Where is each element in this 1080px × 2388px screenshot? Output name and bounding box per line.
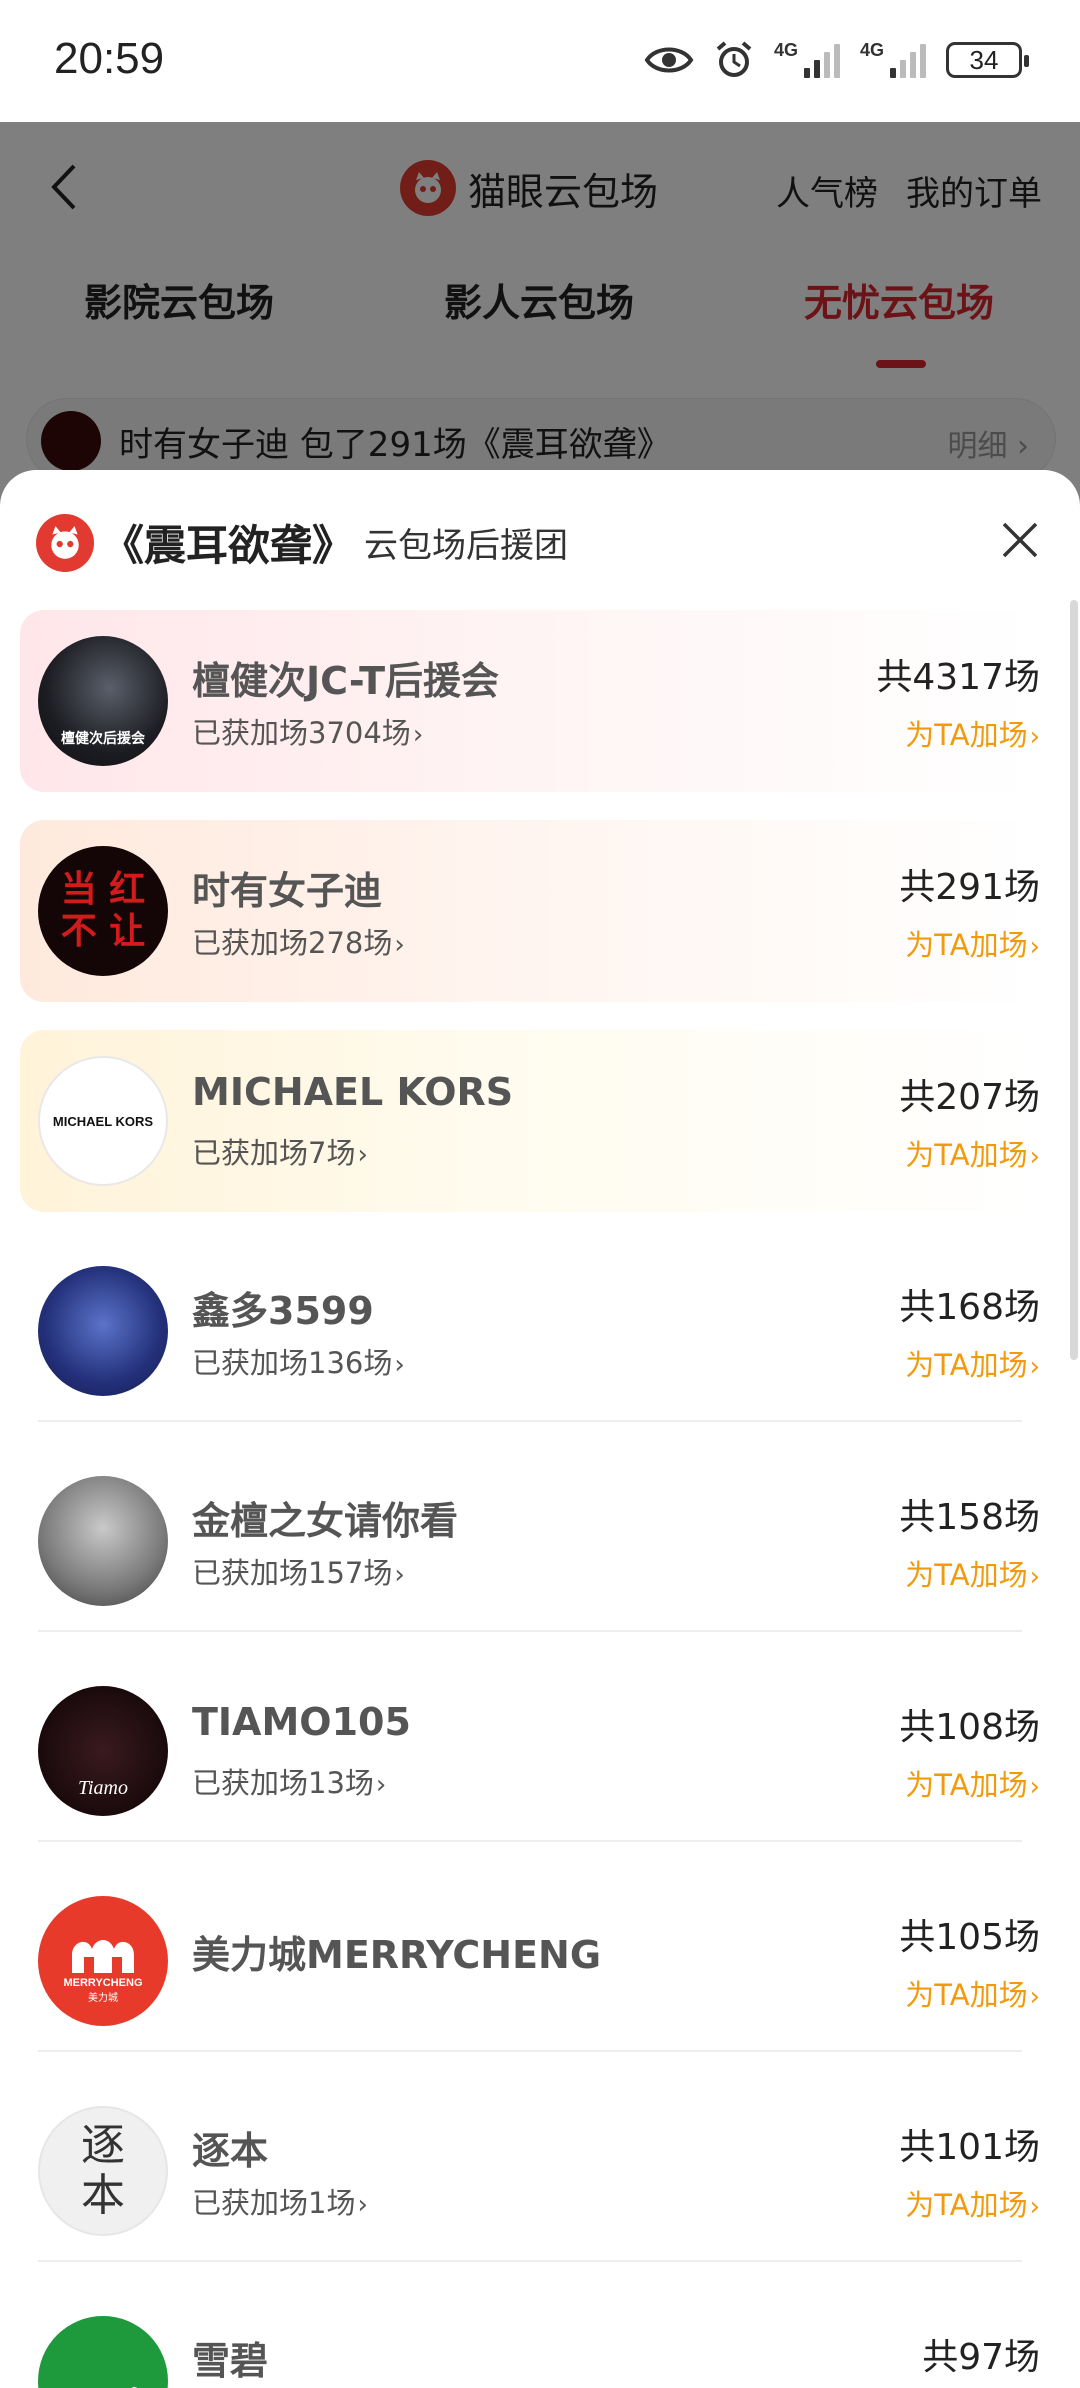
maoyan-logo-icon [36, 513, 94, 572]
boost-button[interactable]: 为TA加场› [905, 1342, 1040, 1384]
divider [38, 1630, 1022, 1632]
chevron-right-icon: › [1029, 2192, 1040, 2222]
list-item[interactable]: MICHAEL KORS MICHAEL KORS 已获加场7场› 共207场 … [20, 1030, 1040, 1212]
list-item[interactable]: MERRYCHENG 美力城 美力城MERRYCHENG 共105场 为TA加场… [20, 1870, 1040, 2052]
boosted-count-link[interactable]: 已获加场136场› [192, 1340, 405, 1382]
avatar: MICHAEL KORS [38, 1056, 168, 1186]
divider [38, 1840, 1022, 1842]
chevron-right-icon: › [1029, 722, 1040, 752]
avatar: 逐本 [38, 2106, 168, 2236]
sheet-header: 《震耳欲聋》 云包场后援团 [36, 512, 568, 573]
movie-title: 《震耳欲聋》 [102, 521, 355, 570]
chevron-right-icon: › [412, 720, 424, 750]
boosted-count-link[interactable]: 已获加场1场› [192, 2180, 368, 2222]
status-bar: 20:59 4G 4G 34 [0, 0, 1080, 122]
boost-button[interactable]: 为TA加场› [905, 712, 1040, 754]
battery-level: 34 [969, 44, 999, 75]
status-time: 20:59 [54, 34, 165, 83]
signal-2-icon: 4G [860, 40, 926, 78]
team-name: 时有女子迪 [192, 869, 383, 913]
divider [38, 2260, 1022, 2262]
avatar: 雪碧 [38, 2316, 168, 2388]
eye-icon [644, 47, 694, 73]
boosted-count-link[interactable]: 已获加场7场› [192, 1130, 368, 1172]
sheet-subtitle: 云包场后援团 [364, 526, 569, 566]
avatar-caption: 逐本 [81, 2120, 125, 2221]
battery-icon: 34 [946, 42, 1029, 78]
close-icon[interactable] [998, 518, 1042, 562]
status-icons: 4G 4G 34 [644, 40, 1029, 80]
avatar: MERRYCHENG 美力城 [38, 1896, 168, 2026]
avatar [38, 1476, 168, 1606]
signal-1-icon: 4G [774, 40, 840, 78]
boosted-count-link[interactable]: 已获加场13场› [192, 1760, 386, 1802]
avatar-subcaption: 美力城 [88, 1992, 118, 2004]
boosted-count-link[interactable]: 已获加场278场› [192, 920, 405, 962]
chevron-right-icon: › [357, 2190, 368, 2220]
avatar-caption: 檀健次后援会 [61, 731, 145, 747]
divider [38, 1420, 1022, 1422]
chevron-right-icon: › [1029, 932, 1040, 962]
team-name: 鑫多3599 [192, 1289, 374, 1333]
alarm-icon [716, 41, 752, 77]
team-name: MICHAEL KORS [192, 1070, 514, 1114]
list-item[interactable]: Tiamo TIAMO105 已获加场13场› 共108场 为TA加场› [20, 1660, 1040, 1842]
list-item[interactable]: 当 红 不 让 时有女子迪 已获加场278场› 共291场 为TA加场› [20, 820, 1040, 1002]
list-item[interactable]: 檀健次后援会 檀健次JC-T后援会 已获加场3704场› 共4317场 为TA加… [20, 610, 1040, 792]
boost-button[interactable]: 为TA加场› [905, 922, 1040, 964]
team-name: TIAMO105 [192, 1700, 411, 1744]
chevron-right-icon: › [394, 1560, 405, 1590]
total-count: 共207场 [899, 1077, 1040, 1118]
chevron-right-icon: › [1029, 1772, 1040, 1802]
total-count: 共158场 [899, 1497, 1040, 1538]
boosted-count-link[interactable]: 已获加场3704场› [192, 710, 423, 752]
total-count: 共168场 [899, 1287, 1040, 1328]
list-item[interactable]: 逐本 逐本 已获加场1场› 共101场 为TA加场› [20, 2080, 1040, 2262]
team-name: 美力城MERRYCHENG [192, 1933, 602, 1977]
boost-button[interactable]: 为TA加场› [905, 1762, 1040, 1804]
chevron-right-icon: › [1029, 1562, 1040, 1592]
scrollbar[interactable] [1070, 600, 1078, 1360]
total-count: 共108场 [899, 1707, 1040, 1748]
avatar [38, 1266, 168, 1396]
list-item[interactable]: 雪碧 雪碧 共97场 [20, 2290, 1040, 2388]
avatar: 当 红 不 让 [38, 846, 168, 976]
avatar: Tiamo [38, 1686, 168, 1816]
team-name: 金檀之女请你看 [192, 1499, 459, 1543]
total-count: 共101场 [899, 2127, 1040, 2168]
list-item[interactable]: 金檀之女请你看 已获加场157场› 共158场 为TA加场› [20, 1450, 1040, 1632]
avatar-caption: MERRYCHENG [63, 1976, 143, 1989]
team-name: 逐本 [192, 2129, 269, 2173]
boosted-count-link[interactable]: 已获加场157场› [192, 1550, 405, 1592]
chevron-right-icon: › [394, 930, 405, 960]
total-count: 共97场 [922, 2337, 1040, 2378]
divider [38, 2050, 1022, 2052]
avatar-caption: Tiamo [77, 1777, 129, 1799]
avatar-caption: MICHAEL KORS [52, 1113, 154, 1129]
boost-button[interactable]: 为TA加场› [905, 2182, 1040, 2224]
boost-button[interactable]: 为TA加场› [905, 1972, 1040, 2014]
chevron-right-icon: › [1029, 1142, 1040, 1172]
list-item[interactable]: 鑫多3599 已获加场136场› 共168场 为TA加场› [20, 1240, 1040, 1422]
boost-button[interactable]: 为TA加场› [905, 1132, 1040, 1174]
bottom-sheet: 《震耳欲聋》 云包场后援团 檀健次后援会 檀健次JC-T后援会 已获加场3704… [0, 470, 1080, 2388]
team-name: 雪碧 [192, 2339, 269, 2383]
avatar-caption: 雪碧 [69, 2377, 137, 2388]
team-name: 檀健次JC-T后援会 [192, 659, 500, 703]
chevron-right-icon: › [1029, 1982, 1040, 2012]
boost-button[interactable]: 为TA加场› [905, 1552, 1040, 1594]
total-count: 共4317场 [876, 657, 1040, 698]
chevron-right-icon: › [1029, 1352, 1040, 1382]
chevron-right-icon: › [394, 1350, 405, 1380]
total-count: 共105场 [899, 1917, 1040, 1958]
avatar: 檀健次后援会 [38, 636, 168, 766]
chevron-right-icon: › [375, 1770, 387, 1800]
avatar-caption: 当 红 不 让 [60, 869, 146, 952]
chevron-right-icon: › [357, 1140, 368, 1170]
merrycheng-logo-icon [72, 1939, 134, 1973]
total-count: 共291场 [899, 867, 1040, 908]
